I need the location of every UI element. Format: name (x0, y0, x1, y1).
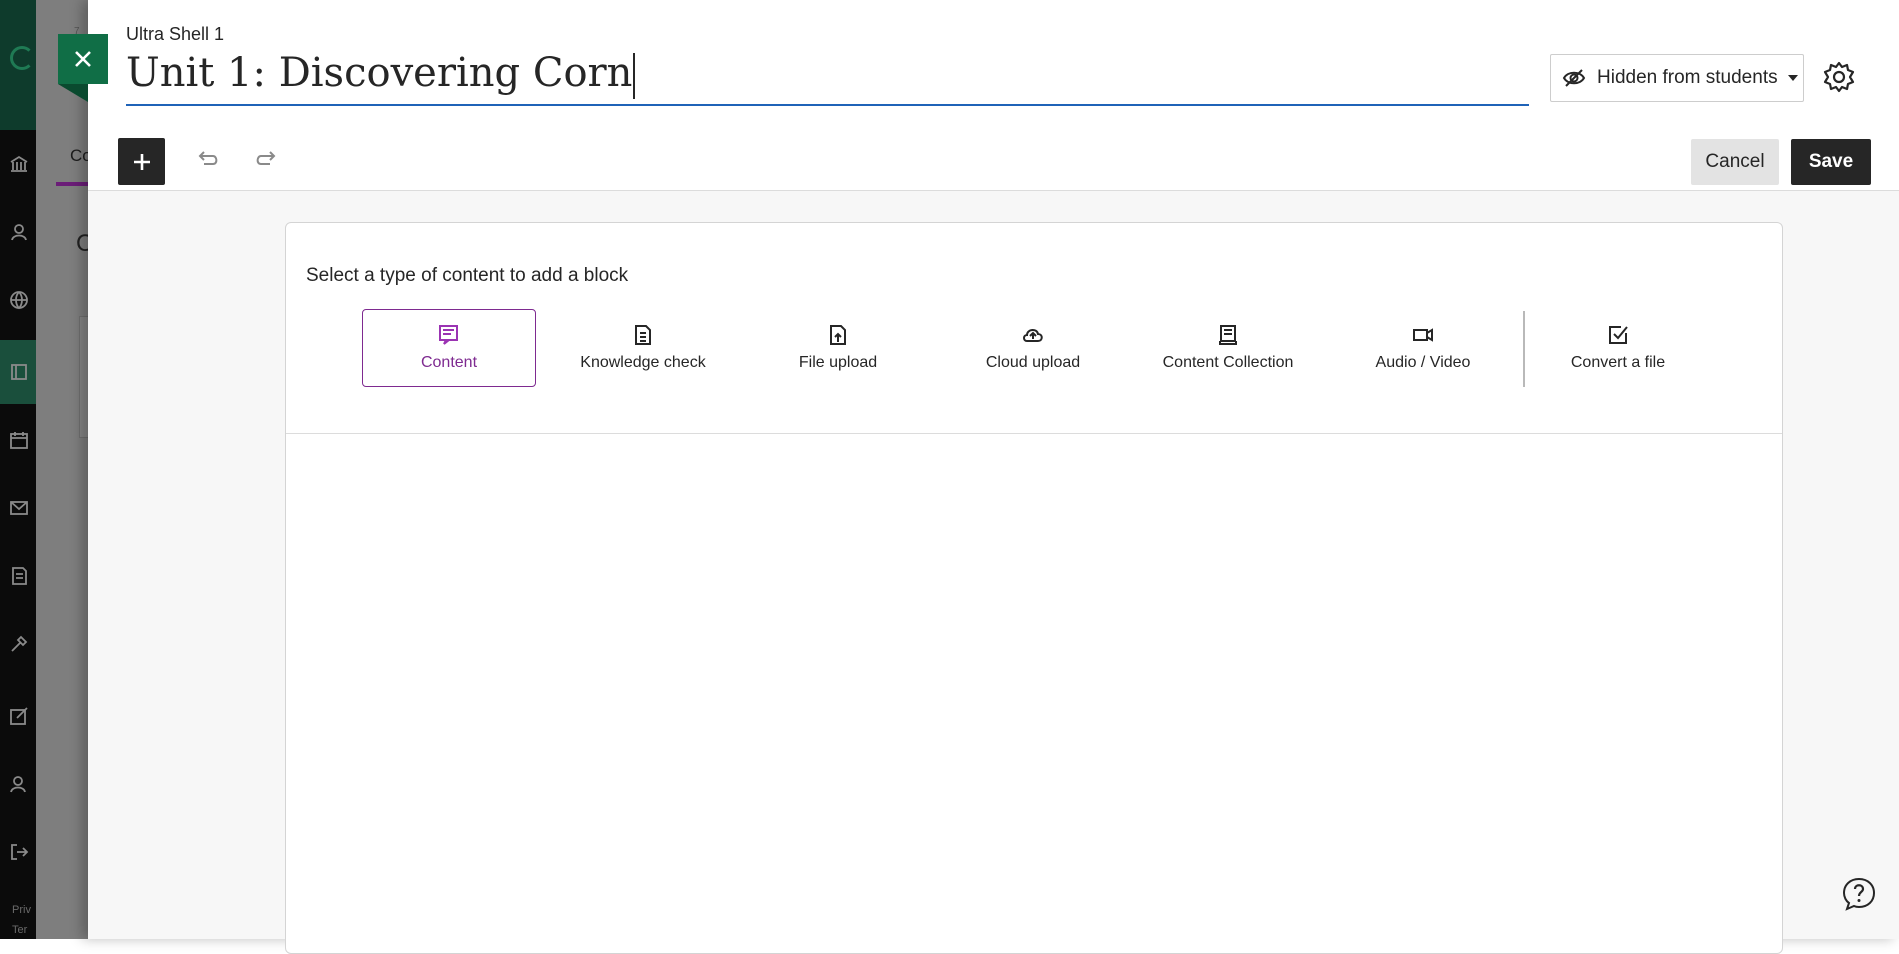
text-block-icon (438, 324, 460, 346)
block-type-picker: Content Knowledge check File upload Clou… (286, 309, 1782, 434)
document-editor-panel: Ultra Shell 1 Unit 1: Discovering Corn H… (88, 0, 1899, 954)
grades-icon (9, 566, 29, 586)
block-type-audio-video[interactable]: Audio / Video (1336, 309, 1510, 387)
cloud-upload-icon (1022, 324, 1044, 346)
close-icon (75, 51, 91, 67)
background-nav-rail: Priv Ter (0, 0, 36, 939)
block-type-label: Content Collection (1162, 354, 1294, 371)
help-icon (1842, 877, 1876, 911)
block-type-convert-file[interactable]: Convert a file (1531, 309, 1705, 387)
courses-icon (9, 362, 29, 382)
plus-icon (133, 153, 150, 170)
block-type-label: Content (420, 354, 478, 371)
block-type-cloud-upload[interactable]: Cloud upload (946, 309, 1120, 387)
close-panel-button[interactable] (58, 34, 108, 102)
text-caret (633, 53, 636, 99)
background-tab-underline (56, 182, 88, 186)
redo-icon (256, 151, 276, 165)
block-type-content[interactable]: Content (362, 309, 536, 387)
checkbox-edit-icon (1607, 324, 1629, 346)
undo-button[interactable] (196, 146, 224, 174)
document-title-input[interactable]: Unit 1: Discovering Corn (126, 50, 636, 99)
block-type-divider (1523, 311, 1525, 387)
messages-icon (9, 498, 29, 518)
cancel-button[interactable]: Cancel (1691, 139, 1779, 185)
profile-icon (9, 222, 29, 242)
undo-icon (198, 151, 218, 165)
block-type-label: Cloud upload (985, 354, 1081, 371)
block-type-content-collection[interactable]: Content Collection (1141, 309, 1315, 387)
redo-button[interactable] (252, 146, 280, 174)
block-type-knowledge-check[interactable]: Knowledge check (556, 309, 730, 387)
gear-icon (1823, 61, 1855, 93)
block-type-label: Audio / Video (1375, 354, 1471, 371)
logo-icon (10, 46, 34, 70)
document-list-icon (632, 324, 654, 346)
save-button[interactable]: Save (1791, 139, 1871, 185)
signout-icon (9, 842, 29, 862)
block-type-prompt: Select a type of content to add a block (306, 265, 629, 286)
visibility-label: Hidden from students (1597, 67, 1778, 88)
terms-footer-text: Ter (12, 924, 28, 936)
visibility-dropdown[interactable]: Hidden from students (1550, 54, 1804, 102)
content-canvas: Select a type of content to add a block … (285, 222, 1783, 954)
background-course-page: 7 Co C (36, 0, 93, 939)
institution-icon (9, 154, 29, 174)
privacy-footer-text: Priv (12, 904, 31, 916)
tools-icon (9, 634, 29, 654)
settings-button[interactable] (1822, 60, 1856, 94)
chevron-down-icon (1787, 75, 1798, 81)
help-button[interactable] (1841, 876, 1877, 912)
video-camera-icon (1412, 324, 1434, 346)
document-title-value: Unit 1: Discovering Corn (126, 50, 633, 96)
file-upload-icon (827, 324, 849, 346)
title-underline (126, 104, 1529, 106)
editor-toolbar: Cancel Save (88, 130, 1899, 191)
panel-header: Ultra Shell 1 Unit 1: Discovering Corn H… (88, 0, 1899, 131)
globe-icon (9, 290, 29, 310)
course-name: Ultra Shell 1 (126, 24, 225, 44)
user-icon (9, 774, 29, 794)
brand-area (0, 0, 36, 130)
calendar-icon (9, 430, 29, 450)
add-block-button[interactable] (118, 138, 165, 185)
block-type-label: Convert a file (1570, 354, 1666, 371)
collection-icon (1217, 324, 1239, 346)
block-type-label: Knowledge check (580, 354, 706, 371)
block-type-file-upload[interactable]: File upload (751, 309, 925, 387)
assessment-icon (9, 706, 29, 726)
eye-slash-icon (1562, 69, 1586, 87)
block-type-label: File upload (798, 354, 878, 371)
